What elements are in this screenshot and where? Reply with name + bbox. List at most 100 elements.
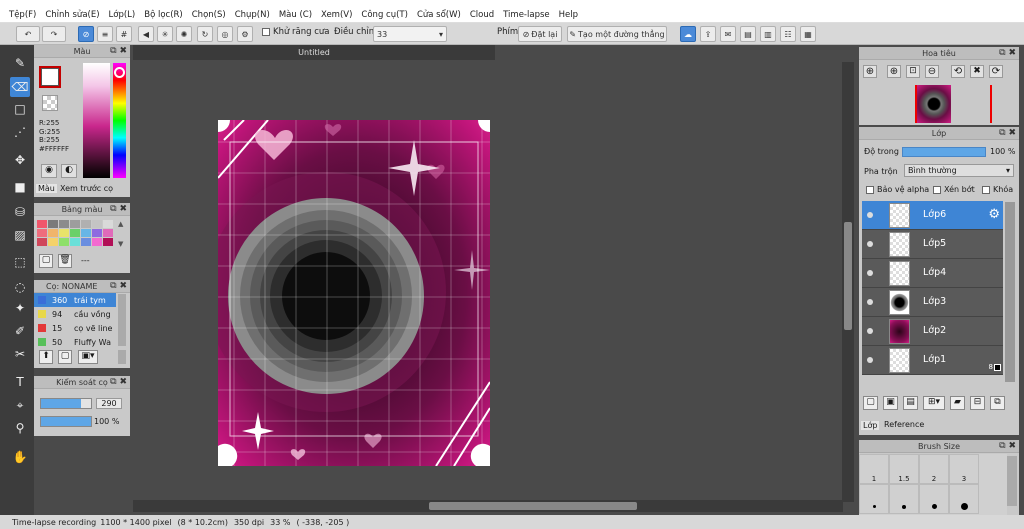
share-icon[interactable]: ⇪	[700, 26, 716, 42]
visibility-eye-icon[interactable]	[867, 241, 873, 247]
brush-size-2[interactable]: 2	[919, 454, 949, 484]
visibility-eye-icon[interactable]	[867, 299, 873, 305]
menu-filter[interactable]: Bộ lọc(R)	[144, 10, 183, 20]
text-tool-icon[interactable]: T	[10, 372, 30, 392]
lasso-tool-icon[interactable]: ◌	[10, 277, 30, 297]
palette-swatch[interactable]	[103, 238, 113, 246]
rotate-right-icon[interactable]: ⟳	[989, 65, 1003, 78]
brush-size-scrollbar[interactable]	[1007, 456, 1017, 506]
brush-opacity-slider[interactable]	[40, 416, 92, 427]
brush-size-value[interactable]: 290	[96, 398, 122, 409]
delete-layer-icon[interactable]: ⊟	[970, 396, 985, 410]
parallel-snap-icon[interactable]: ≡	[97, 26, 113, 42]
eraser-tool-icon[interactable]: ⌫	[10, 77, 30, 97]
straight-line-button[interactable]: ✎ Tạo một đường thẳng	[567, 26, 667, 42]
palette-swatch[interactable]	[70, 238, 80, 246]
palette-scroll-up-icon[interactable]: ▲	[118, 220, 123, 228]
blend-mode-dropdown[interactable]: Bình thường ▾	[904, 164, 1014, 177]
undo-icon[interactable]: ↶	[16, 26, 40, 42]
menu-select[interactable]: Chọn(S)	[192, 10, 226, 20]
palette-swatch[interactable]	[81, 220, 91, 228]
menu-timelapse[interactable]: Time-lapse	[503, 10, 550, 20]
redo-icon[interactable]: ↷	[42, 26, 66, 42]
adjust-dropdown[interactable]: 33 ▾	[373, 26, 447, 42]
palette-swatch[interactable]	[103, 220, 113, 228]
menu-cloud[interactable]: Cloud	[470, 10, 494, 20]
palette-swatch[interactable]	[92, 229, 102, 237]
reset-button[interactable]: ⊘ Đặt lại	[518, 26, 562, 42]
brush-list-item[interactable]: 15 cọ vẽ line	[34, 321, 116, 335]
vanishing-snap-icon[interactable]: ◀	[138, 26, 154, 42]
brush-size-cell[interactable]	[949, 484, 979, 514]
rotate-left-icon[interactable]: ⟲	[951, 65, 965, 78]
move-tool-icon[interactable]: ✥	[10, 150, 30, 170]
select-rect-tool-icon[interactable]: ⬚	[10, 252, 30, 272]
tab-brush-preview[interactable]: Xem trước cọ	[60, 184, 113, 193]
magic-wand-tool-icon[interactable]: ✦	[10, 298, 30, 318]
brush-size-1-5[interactable]: 1.5	[889, 454, 919, 484]
menu-window[interactable]: Cửa sổ(W)	[417, 10, 461, 20]
palette-swatch[interactable]	[59, 220, 69, 228]
lock-checkbox[interactable]: Khóa	[982, 185, 1013, 194]
tab-color[interactable]: Màu	[36, 184, 57, 193]
palette-swatch[interactable]	[59, 238, 69, 246]
duplicate-layer-icon[interactable]: ▤	[903, 396, 918, 410]
horizontal-scrollbar[interactable]	[133, 500, 843, 512]
panel-controls-icon[interactable]: ⧉ ✖	[999, 48, 1016, 58]
lock-check-icon[interactable]	[982, 185, 990, 194]
divide-tool-icon[interactable]: ⌖	[10, 395, 30, 415]
palette-swatch[interactable]	[70, 220, 80, 228]
brush-size-cell[interactable]	[919, 484, 949, 514]
radial-line-icon[interactable]: ✺	[176, 26, 192, 42]
brush-scrollbar[interactable]	[118, 294, 126, 346]
fit-screen-icon[interactable]: ⊡	[906, 65, 920, 78]
grid-snap-icon[interactable]: #	[116, 26, 132, 42]
eyedropper-tool-icon[interactable]: ⚲	[10, 418, 30, 438]
gradient-tool-icon[interactable]: ▨	[10, 225, 30, 245]
panel-layout-icon[interactable]: ▦	[800, 26, 816, 42]
layer-row-lop1[interactable]: Lớp1 8	[862, 346, 1003, 375]
brush-menu-icon[interactable]: ▣▾	[78, 350, 98, 364]
list-icon[interactable]: ☷	[780, 26, 796, 42]
layer-opacity-slider[interactable]	[902, 147, 986, 157]
brush-size-cell[interactable]	[859, 484, 889, 514]
document-tab[interactable]: Untitled	[133, 45, 495, 60]
brush-cloud-icon[interactable]: ⬆	[39, 350, 53, 364]
panel-controls-icon[interactable]: ⧉ ✖	[999, 441, 1016, 451]
menu-help[interactable]: Help	[559, 10, 578, 20]
chat-icon[interactable]: ▤	[740, 26, 756, 42]
color-picker-icon[interactable]: ◐	[61, 164, 77, 178]
color-wheel-icon[interactable]: ◉	[41, 164, 57, 178]
brush-tool-icon[interactable]: ✎	[10, 53, 30, 73]
hue-handle[interactable]	[114, 67, 125, 78]
brush-size-slider[interactable]	[40, 398, 92, 409]
zoom-in-icon[interactable]: ⊕	[863, 65, 877, 78]
flip-icon[interactable]: ✖	[970, 65, 984, 78]
menu-view[interactable]: Xem(V)	[321, 10, 352, 20]
palette-add-icon[interactable]: ▢	[39, 254, 53, 268]
brush-list-item[interactable]: 50 Fluffy Wa	[34, 335, 116, 347]
brush-size-1[interactable]: 1	[859, 454, 889, 484]
zoom-out-icon[interactable]: ⊖	[925, 65, 939, 78]
tab-reference[interactable]: Reference	[884, 420, 924, 429]
layer-row-lop3[interactable]: Lớp3	[862, 288, 1003, 317]
dot-tool-icon[interactable]: ⋰	[10, 122, 30, 142]
palette-swatch[interactable]	[70, 229, 80, 237]
palette-menu[interactable]: ---	[81, 256, 90, 265]
palette-swatch[interactable]	[92, 238, 102, 246]
palette-delete-icon[interactable]: 🗑	[58, 254, 72, 268]
tab-layer[interactable]: Lớp	[861, 421, 880, 430]
panel-controls-icon[interactable]: ⧉ ✖	[110, 46, 127, 56]
cloud-icon[interactable]: ☁	[680, 26, 696, 42]
palette-swatch[interactable]	[59, 229, 69, 237]
radial-snap-icon[interactable]: ✳	[157, 26, 173, 42]
palette-swatch[interactable]	[81, 238, 91, 246]
palette-swatch[interactable]	[48, 229, 58, 237]
palette-swatch[interactable]	[37, 220, 47, 228]
antialias-check-icon[interactable]	[262, 28, 270, 36]
menu-layer[interactable]: Lớp(L)	[109, 10, 136, 20]
vertical-scroll-thumb[interactable]	[844, 222, 852, 330]
menu-color[interactable]: Màu (C)	[279, 10, 312, 20]
protect-alpha-check-icon[interactable]	[866, 185, 874, 194]
visibility-eye-icon[interactable]	[867, 212, 873, 218]
